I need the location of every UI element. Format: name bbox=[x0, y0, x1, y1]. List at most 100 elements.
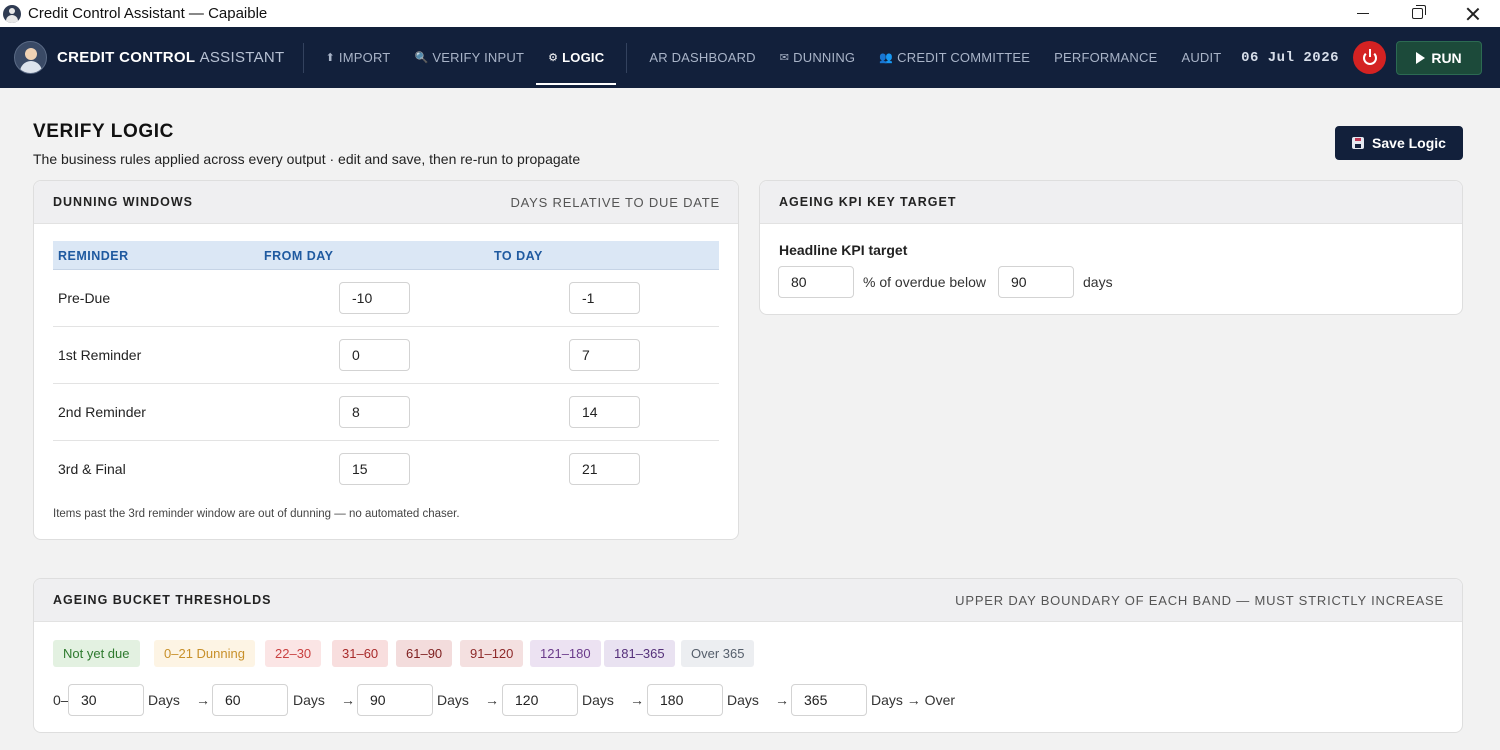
unit-label: Days bbox=[437, 692, 469, 708]
minimize-button[interactable] bbox=[1335, 0, 1390, 27]
column-header: TO DAY bbox=[494, 249, 543, 263]
from-day-input[interactable]: 15 bbox=[339, 453, 410, 485]
dunning-windows-card: DUNNING WINDOWS DAYS RELATIVE TO DUE DAT… bbox=[33, 180, 739, 540]
tab-ar-dashboard[interactable]: AR DASHBOARD bbox=[637, 27, 767, 88]
search-icon: 🔍 bbox=[414, 52, 429, 64]
kpi-days-input[interactable]: 90 bbox=[998, 266, 1074, 298]
arrow-icon: → bbox=[775, 692, 789, 708]
ageing-thresholds-card: AGEING BUCKET THRESHOLDS UPPER DAY BOUND… bbox=[33, 578, 1463, 733]
bucket-chip: 181–365 bbox=[604, 640, 675, 667]
final-unit-label: Days → Over bbox=[871, 692, 956, 708]
card-meta: DAYS RELATIVE TO DUE DATE bbox=[510, 194, 720, 210]
kpi-days-text: days bbox=[1083, 274, 1113, 290]
kpi-label: Headline KPI target bbox=[779, 242, 908, 258]
arrow-icon: → bbox=[485, 692, 499, 708]
kpi-percent-input[interactable]: 80 bbox=[778, 266, 854, 298]
bucket-chip: 61–90 bbox=[396, 640, 453, 667]
kpi-mid-text: % of overdue below bbox=[863, 274, 986, 290]
tab-label: CREDIT COMMITTEE bbox=[897, 50, 1031, 65]
restore-button[interactable] bbox=[1390, 0, 1445, 27]
threshold-input[interactable]: 180 bbox=[647, 684, 723, 716]
unit-label: Days bbox=[293, 692, 325, 708]
column-header: REMINDER bbox=[58, 249, 129, 263]
bucket-chip: Not yet due bbox=[53, 640, 140, 667]
bucket-chip: 91–120 bbox=[460, 640, 524, 667]
tab-import[interactable]: ⬆ IMPORT bbox=[314, 27, 403, 88]
app-navbar: CREDIT CONTROL ASSISTANT ⬆ IMPORT 🔍 VERI… bbox=[0, 27, 1500, 88]
tab-label: PERFORMANCE bbox=[1054, 50, 1158, 65]
play-icon bbox=[1416, 51, 1426, 64]
table-row: 3rd & Final 15 21 bbox=[53, 441, 719, 498]
arrow-icon: → bbox=[630, 692, 644, 708]
bucket-chip: 31–60 bbox=[332, 640, 389, 667]
gear-icon: ⚙ bbox=[548, 52, 559, 64]
restore-icon bbox=[1412, 5, 1426, 19]
page-subtitle: The business rules applied across every … bbox=[33, 151, 581, 167]
card-title: AGEING BUCKET THRESHOLDS bbox=[53, 593, 272, 607]
reminder-name: 1st Reminder bbox=[58, 347, 142, 363]
table-row: 2nd Reminder 8 14 bbox=[53, 384, 719, 441]
nav-divider bbox=[626, 42, 628, 73]
from-day-input[interactable]: -10 bbox=[339, 282, 410, 314]
brand-suffix: ASSISTANT bbox=[199, 49, 285, 66]
close-button[interactable] bbox=[1445, 0, 1500, 27]
threshold-input[interactable]: 60 bbox=[212, 684, 288, 716]
page-title: VERIFY LOGIC bbox=[33, 121, 174, 142]
reminder-name: 3rd & Final bbox=[58, 461, 126, 477]
to-day-input[interactable]: -1 bbox=[569, 282, 640, 314]
nav-tabs: ⬆ IMPORT 🔍 VERIFY INPUT ⚙ LOGIC AR DASHB… bbox=[314, 27, 1234, 88]
table-row: Pre-Due -10 -1 bbox=[53, 270, 719, 327]
to-day-input[interactable]: 21 bbox=[569, 453, 640, 485]
unit-label: Days bbox=[582, 692, 614, 708]
bucket-chip: 121–180 bbox=[530, 640, 601, 667]
to-day-input[interactable]: 14 bbox=[569, 396, 640, 428]
brand-name: CREDIT CONTROL bbox=[57, 49, 196, 66]
tab-label: VERIFY INPUT bbox=[432, 50, 525, 65]
tab-verify-input[interactable]: 🔍 VERIFY INPUT bbox=[402, 27, 536, 88]
tab-label: DUNNING bbox=[793, 50, 856, 65]
column-header: FROM DAY bbox=[264, 249, 334, 263]
window-title: Credit Control Assistant — Capaible bbox=[28, 5, 268, 22]
tab-label: AUDIT bbox=[1181, 50, 1222, 65]
app-icon bbox=[3, 4, 21, 23]
avatar[interactable] bbox=[14, 41, 47, 74]
tab-dunning[interactable]: ✉ DUNNING bbox=[768, 27, 868, 88]
table-header: REMINDER FROM DAY TO DAY bbox=[53, 241, 719, 270]
save-logic-button[interactable]: Save Logic bbox=[1335, 126, 1463, 160]
tab-label: AR DASHBOARD bbox=[649, 50, 756, 65]
window-titlebar: Credit Control Assistant — Capaible bbox=[0, 0, 1500, 27]
dunning-note: Items past the 3rd reminder window are o… bbox=[53, 508, 460, 520]
run-button[interactable]: RUN bbox=[1396, 40, 1482, 75]
bucket-chip: 0–21 Dunning bbox=[154, 640, 255, 667]
threshold-input[interactable]: 90 bbox=[357, 684, 433, 716]
nav-divider bbox=[302, 42, 304, 73]
table-row: 1st Reminder 0 7 bbox=[53, 327, 719, 384]
tab-performance[interactable]: PERFORMANCE bbox=[1042, 27, 1169, 88]
card-header: AGEING BUCKET THRESHOLDS UPPER DAY BOUND… bbox=[34, 579, 1462, 622]
close-icon bbox=[1466, 7, 1480, 21]
threshold-input[interactable]: 120 bbox=[502, 684, 578, 716]
card-title: AGEING KPI KEY TARGET bbox=[779, 195, 957, 209]
people-icon: 👥 bbox=[879, 52, 894, 64]
nav-actions: 06 Jul 2026 RUN bbox=[1241, 27, 1482, 88]
tab-logic[interactable]: ⚙ LOGIC bbox=[536, 27, 617, 88]
card-title: DUNNING WINDOWS bbox=[53, 195, 193, 209]
threshold-input[interactable]: 365 bbox=[791, 684, 867, 716]
card-header: DUNNING WINDOWS DAYS RELATIVE TO DUE DAT… bbox=[34, 181, 738, 224]
threshold-prefix: 0– bbox=[53, 692, 69, 708]
from-day-input[interactable]: 0 bbox=[339, 339, 410, 371]
unit-label: Days bbox=[148, 692, 180, 708]
tab-credit-committee[interactable]: 👥 CREDIT COMMITTEE bbox=[867, 27, 1042, 88]
to-day-input[interactable]: 7 bbox=[569, 339, 640, 371]
card-header: AGEING KPI KEY TARGET bbox=[760, 181, 1462, 224]
tab-label: IMPORT bbox=[338, 50, 391, 65]
threshold-input[interactable]: 30 bbox=[68, 684, 144, 716]
card-meta: UPPER DAY BOUNDARY OF EACH BAND — MUST S… bbox=[955, 592, 1444, 608]
unit-label: Days bbox=[727, 692, 759, 708]
tab-audit[interactable]: AUDIT bbox=[1169, 27, 1233, 88]
ageing-kpi-card: AGEING KPI KEY TARGET Headline KPI targe… bbox=[759, 180, 1463, 315]
minimize-icon bbox=[1356, 12, 1369, 15]
power-button[interactable] bbox=[1353, 41, 1386, 74]
from-day-input[interactable]: 8 bbox=[339, 396, 410, 428]
upload-icon: ⬆ bbox=[325, 52, 335, 64]
